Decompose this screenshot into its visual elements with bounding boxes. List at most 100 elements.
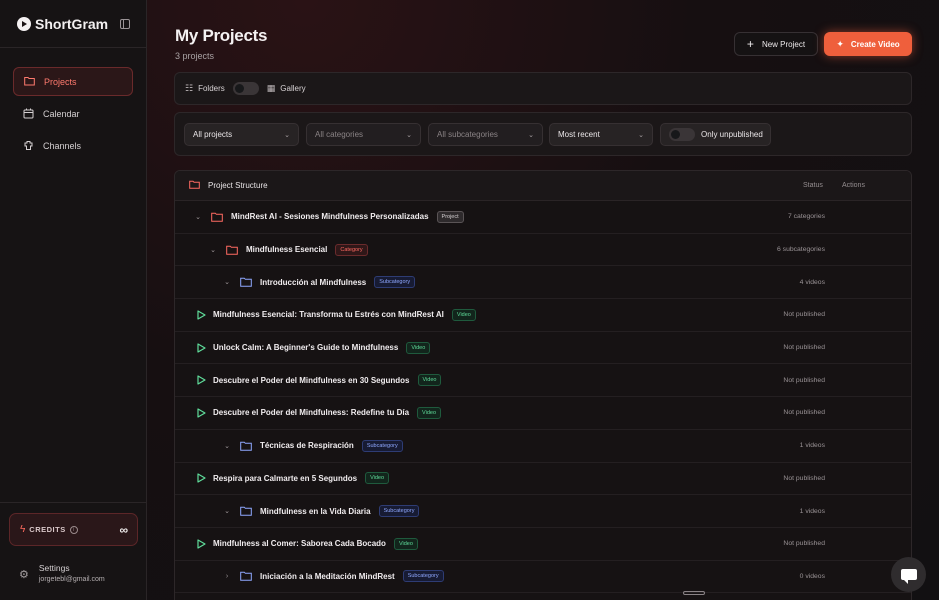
tree-rows: ⌄ MindRest AI - Sesiones Mindfulness Pers… (175, 201, 911, 594)
plus-icon: + (746, 37, 754, 51)
category-row[interactable]: ⌄ Mindfulness Esencial Category 6 subcatego… (175, 234, 911, 267)
video-row[interactable]: Mindfulness al Comer: Saborea Cada Bocad… (175, 528, 911, 561)
video-badge: Video (406, 341, 431, 354)
subcategory-badge: Subcategory (402, 570, 444, 583)
sidebar-collapse-icon[interactable] (120, 18, 130, 29)
video-badge: Video (451, 308, 476, 321)
category-filter-select[interactable]: All categories ⌄ (306, 123, 421, 146)
settings-label: Settings (38, 563, 70, 573)
chevron-right-icon[interactable]: › (222, 573, 232, 580)
chevron-down-icon: ⌄ (284, 131, 290, 139)
sidebar: ShortGram Projects Calendar Channels ϟ CRE… (0, 0, 147, 600)
status-column-header: Status (803, 182, 823, 189)
category-filter-value: All categories (315, 130, 364, 139)
sidebar-item-calendar[interactable]: Calendar (13, 99, 133, 128)
chevron-down-icon[interactable]: ⌄ (222, 278, 232, 286)
video-row[interactable]: Mindfulness Esencial: Transforma tu Estr… (175, 299, 911, 332)
gallery-label[interactable]: Gallery (280, 84, 305, 93)
subcategory-filter-select[interactable]: All subcategories ⌄ (428, 123, 543, 146)
sort-select[interactable]: Most recent ⌄ (549, 123, 653, 146)
grid-icon: ▦ (266, 83, 276, 93)
subcategory-row[interactable]: ⌄ Técnicas de Respiración Subcategory 1 vid… (175, 430, 911, 463)
chevron-down-icon: ⌄ (528, 131, 534, 139)
subcategory-badge: Subcategory (374, 276, 416, 289)
sidebar-item-label: Projects (44, 76, 77, 87)
sidebar-item-channels[interactable]: Channels (13, 131, 133, 160)
video-row[interactable]: Descubre el Poder del Mindfulness: Redef… (175, 397, 911, 430)
chevron-down-icon[interactable]: ⌄ (222, 442, 232, 450)
video-badge: Video (417, 374, 442, 387)
unpublished-switch[interactable] (669, 128, 695, 141)
chevron-down-icon[interactable]: ⌄ (193, 213, 203, 221)
video-row[interactable]: Descubre el Poder del Mindfulness en 30 … (175, 364, 911, 398)
credits-label: CREDITS (29, 525, 66, 534)
folder-icon (226, 245, 238, 255)
new-project-label: New Project (761, 39, 806, 49)
folders-label[interactable]: Folders (198, 84, 225, 93)
user-email: jorgetebl@gmail.com (38, 576, 105, 583)
row-name: Descubre el Poder del Mindfulness en 30 … (213, 375, 410, 385)
play-icon[interactable] (197, 310, 206, 320)
child-count: 1 videos (799, 442, 825, 450)
view-toggle[interactable] (232, 82, 259, 95)
actions-column-header: Actions (842, 182, 865, 189)
project-badge: Project (436, 210, 464, 223)
subcategory-filter-value: All subcategories (437, 130, 498, 139)
folder-open-icon (189, 180, 200, 191)
row-name: Técnicas de Respiración (260, 441, 354, 451)
create-video-button[interactable]: ✦ Create Video (824, 32, 912, 56)
subcategory-badge: Subcategory (361, 439, 403, 452)
only-unpublished-label: Only unpublished (701, 130, 763, 139)
subcategory-row[interactable]: ⌄ Introducción al Mindfulness Subcategory 4… (175, 266, 911, 300)
credits-panel[interactable]: ϟ CREDITS i ∞ (9, 513, 138, 546)
sidebar-item-label: Calendar (43, 108, 80, 119)
play-icon[interactable] (197, 375, 206, 385)
project-row[interactable]: ⌄ MindRest AI - Sesiones Mindfulness Pers… (175, 201, 911, 234)
credits-value: ∞ (119, 522, 128, 537)
chevron-down-icon: ⌄ (406, 131, 412, 139)
publish-status: Not published (783, 409, 825, 417)
subcategory-row[interactable]: ⌄ Mindfulness en la Vida Diaria Subcategor… (175, 495, 911, 528)
folder-icon (240, 506, 252, 516)
main-content: My Projects 3 projects + New Project ✦ C… (147, 0, 939, 600)
page-title: My Projects (175, 26, 268, 45)
chat-button[interactable] (891, 557, 926, 592)
category-badge: Category (335, 243, 368, 256)
info-icon[interactable]: i (69, 525, 78, 534)
play-icon[interactable] (197, 539, 206, 549)
sparkle-icon: ✦ (836, 38, 844, 49)
chevron-down-icon: ⌄ (638, 131, 644, 139)
row-name: Unlock Calm: A Beginner's Guide to Mindf… (213, 343, 399, 353)
video-row[interactable]: Unlock Calm: A Beginner's Guide to Mindf… (175, 332, 911, 365)
subcategory-row[interactable]: › Iniciación a la Meditación MindRest Subc… (175, 561, 911, 594)
settings-item[interactable]: ⚙ Settings jorgetebl@gmail.com (19, 563, 105, 583)
project-filter-select[interactable]: All projects ⌄ (184, 123, 299, 146)
logo-play-icon (17, 16, 31, 31)
play-icon[interactable] (197, 342, 206, 353)
child-count: 7 categories (787, 213, 825, 221)
row-name: Mindfulness Esencial (246, 245, 328, 255)
folder-tree-icon: ☷ (185, 83, 194, 93)
logo-row: ShortGram (0, 0, 146, 48)
scroll-handle[interactable] (683, 591, 705, 595)
video-badge: Video (417, 406, 442, 419)
sidebar-item-projects[interactable]: Projects (13, 67, 133, 96)
video-row[interactable]: Respira para Calmarte en 5 Segundos Video… (175, 463, 911, 496)
sidebar-item-label: Channels (43, 140, 82, 151)
chevron-down-icon[interactable]: ⌄ (222, 507, 232, 515)
play-icon[interactable] (197, 473, 206, 483)
child-count: 1 videos (799, 507, 825, 515)
publish-status: Not published (783, 376, 825, 384)
row-name: Mindfulness al Comer: Saborea Cada Bocad… (213, 539, 386, 549)
row-name: Mindfulness Esencial: Transforma tu Estr… (213, 310, 444, 320)
new-project-button[interactable]: + New Project (734, 32, 818, 56)
publish-status: Not published (783, 311, 825, 319)
play-icon[interactable] (197, 408, 206, 418)
video-badge: Video (393, 537, 418, 550)
only-unpublished-toggle[interactable]: Only unpublished (660, 123, 771, 146)
folder-icon (211, 212, 223, 222)
row-name: Respira para Calmarte en 5 Segundos (213, 473, 358, 483)
create-video-label: Create Video (850, 39, 900, 49)
child-count: 4 videos (799, 278, 825, 286)
chevron-down-icon[interactable]: ⌄ (208, 246, 218, 254)
